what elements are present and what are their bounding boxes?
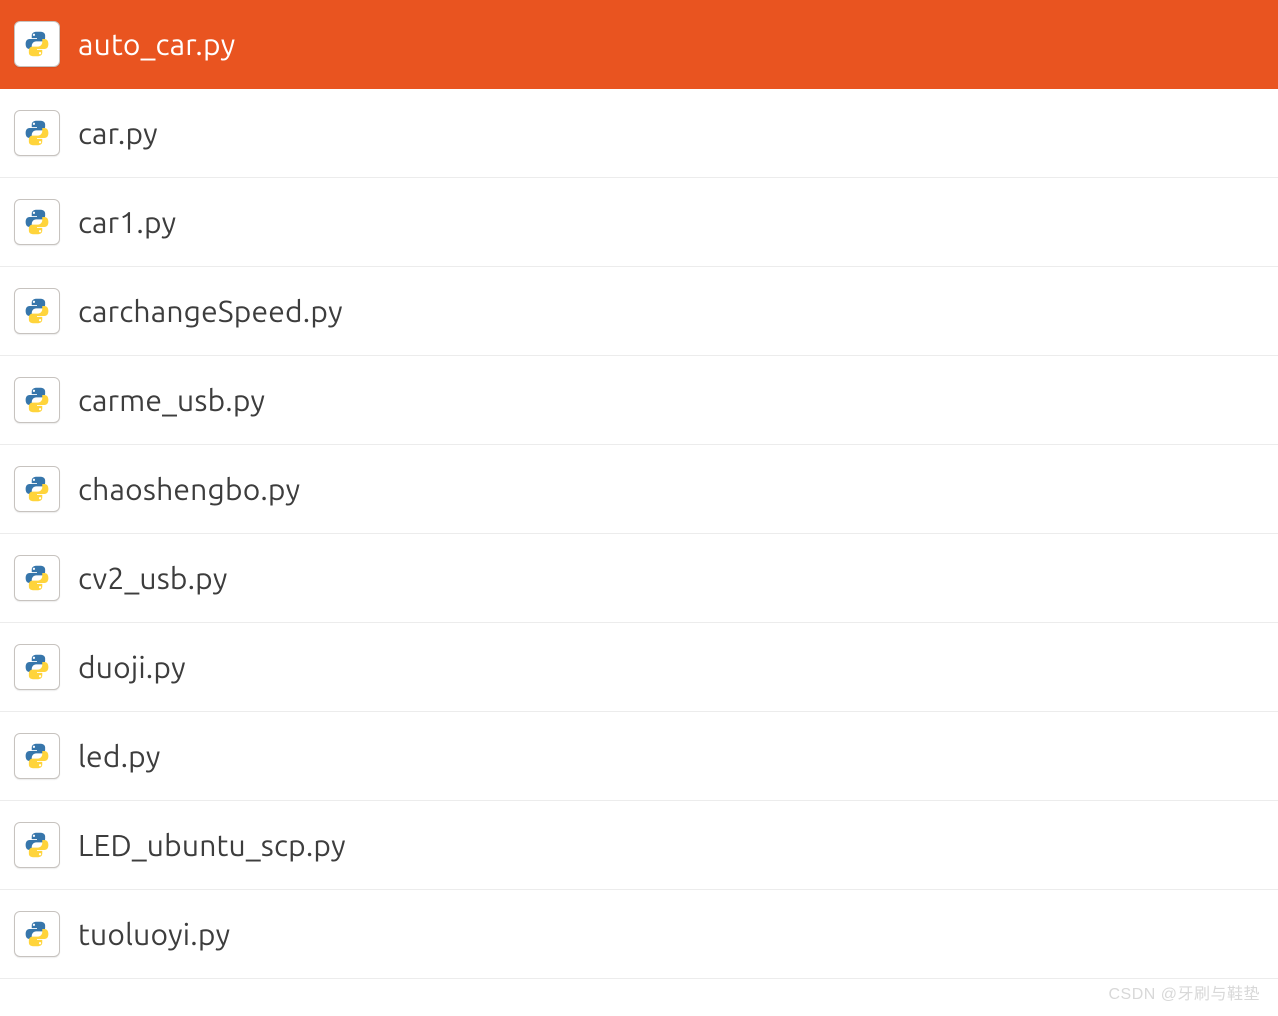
file-row[interactable]: carchangeSpeed.py — [0, 267, 1278, 356]
file-name-label: carme_usb.py — [78, 383, 265, 417]
file-name-label: carchangeSpeed.py — [78, 294, 343, 328]
file-icon-wrap — [14, 911, 60, 957]
file-name-label: led.py — [78, 739, 161, 773]
python-file-icon — [23, 208, 51, 236]
watermark-text: CSDN @牙刷与鞋垫 — [1108, 980, 1260, 1004]
file-name-label: chaoshengbo.py — [78, 472, 300, 506]
file-row[interactable]: auto_car.py — [0, 0, 1278, 89]
file-icon-wrap — [14, 822, 60, 868]
file-row[interactable]: duoji.py — [0, 623, 1278, 712]
file-name-label: tuoluoyi.py — [78, 917, 230, 951]
python-file-icon — [23, 920, 51, 948]
file-icon-wrap — [14, 110, 60, 156]
file-name-label: duoji.py — [78, 650, 186, 684]
file-row[interactable]: chaoshengbo.py — [0, 445, 1278, 534]
file-icon-wrap — [14, 644, 60, 690]
file-icon-wrap — [14, 199, 60, 245]
file-row[interactable]: car.py — [0, 89, 1278, 178]
file-icon-wrap — [14, 555, 60, 601]
file-row[interactable]: car1.py — [0, 178, 1278, 267]
python-file-icon — [23, 564, 51, 592]
file-name-label: auto_car.py — [78, 27, 235, 61]
file-list: auto_car.py car.py car1.py carchangeSpee… — [0, 0, 1278, 979]
file-icon-wrap — [14, 466, 60, 512]
file-name-label: car.py — [78, 116, 158, 150]
file-row[interactable]: LED_ubuntu_scp.py — [0, 801, 1278, 890]
python-file-icon — [23, 30, 51, 58]
file-name-label: LED_ubuntu_scp.py — [78, 828, 346, 862]
file-name-label: car1.py — [78, 205, 176, 239]
python-file-icon — [23, 831, 51, 859]
file-row[interactable]: tuoluoyi.py — [0, 890, 1278, 979]
python-file-icon — [23, 475, 51, 503]
file-row[interactable]: carme_usb.py — [0, 356, 1278, 445]
python-file-icon — [23, 653, 51, 681]
python-file-icon — [23, 742, 51, 770]
python-file-icon — [23, 119, 51, 147]
python-file-icon — [23, 297, 51, 325]
file-icon-wrap — [14, 377, 60, 423]
file-row[interactable]: led.py — [0, 712, 1278, 801]
file-icon-wrap — [14, 288, 60, 334]
file-name-label: cv2_usb.py — [78, 561, 228, 595]
file-icon-wrap — [14, 21, 60, 67]
python-file-icon — [23, 386, 51, 414]
file-icon-wrap — [14, 733, 60, 779]
file-row[interactable]: cv2_usb.py — [0, 534, 1278, 623]
